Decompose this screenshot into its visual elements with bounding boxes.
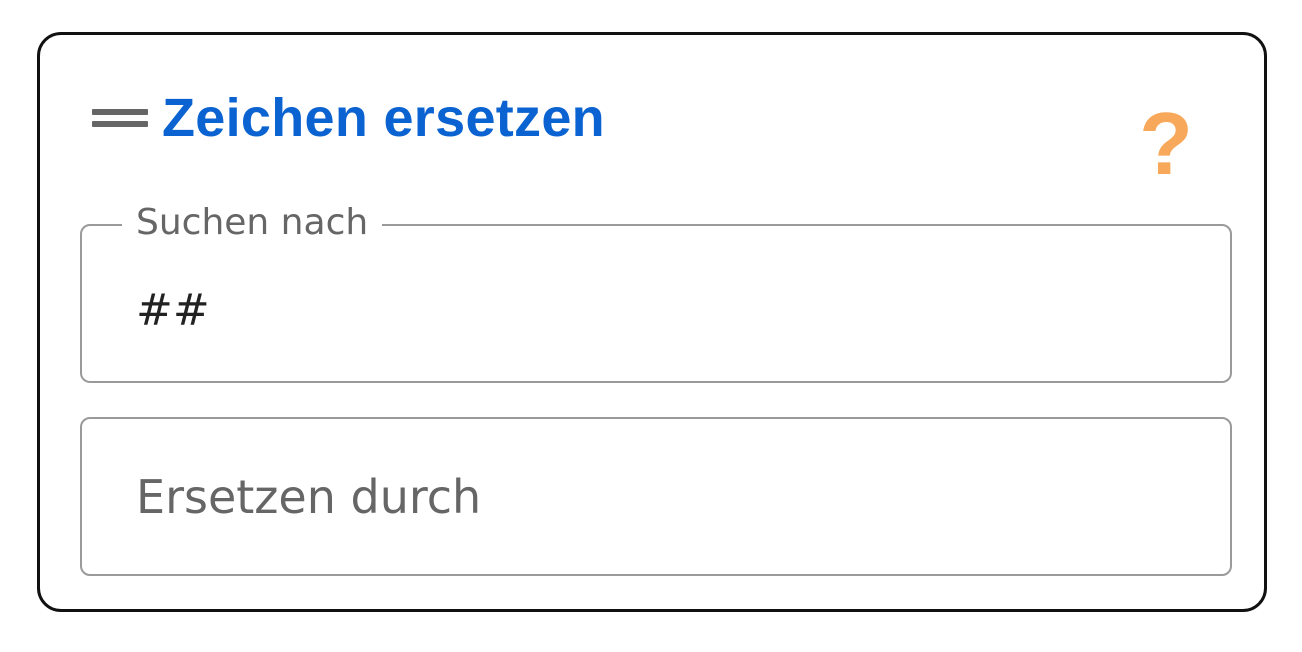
replace-field-placeholder[interactable]: Ersetzen durch (136, 469, 481, 525)
search-field-label: Suchen nach (122, 200, 383, 246)
panel-header: Zeichen ersetzen (92, 83, 605, 153)
search-field[interactable]: Suchen nach ## (80, 200, 1232, 383)
replace-characters-panel: Zeichen ersetzen ? Suchen nach ## Ersetz… (37, 32, 1267, 612)
search-field-value[interactable]: ## (136, 284, 210, 338)
question-mark-icon[interactable]: ? (1138, 99, 1194, 189)
replace-field[interactable]: Ersetzen durch (80, 417, 1232, 576)
drag-handle-icon[interactable] (92, 105, 148, 131)
panel-title: Zeichen ersetzen (162, 88, 605, 148)
